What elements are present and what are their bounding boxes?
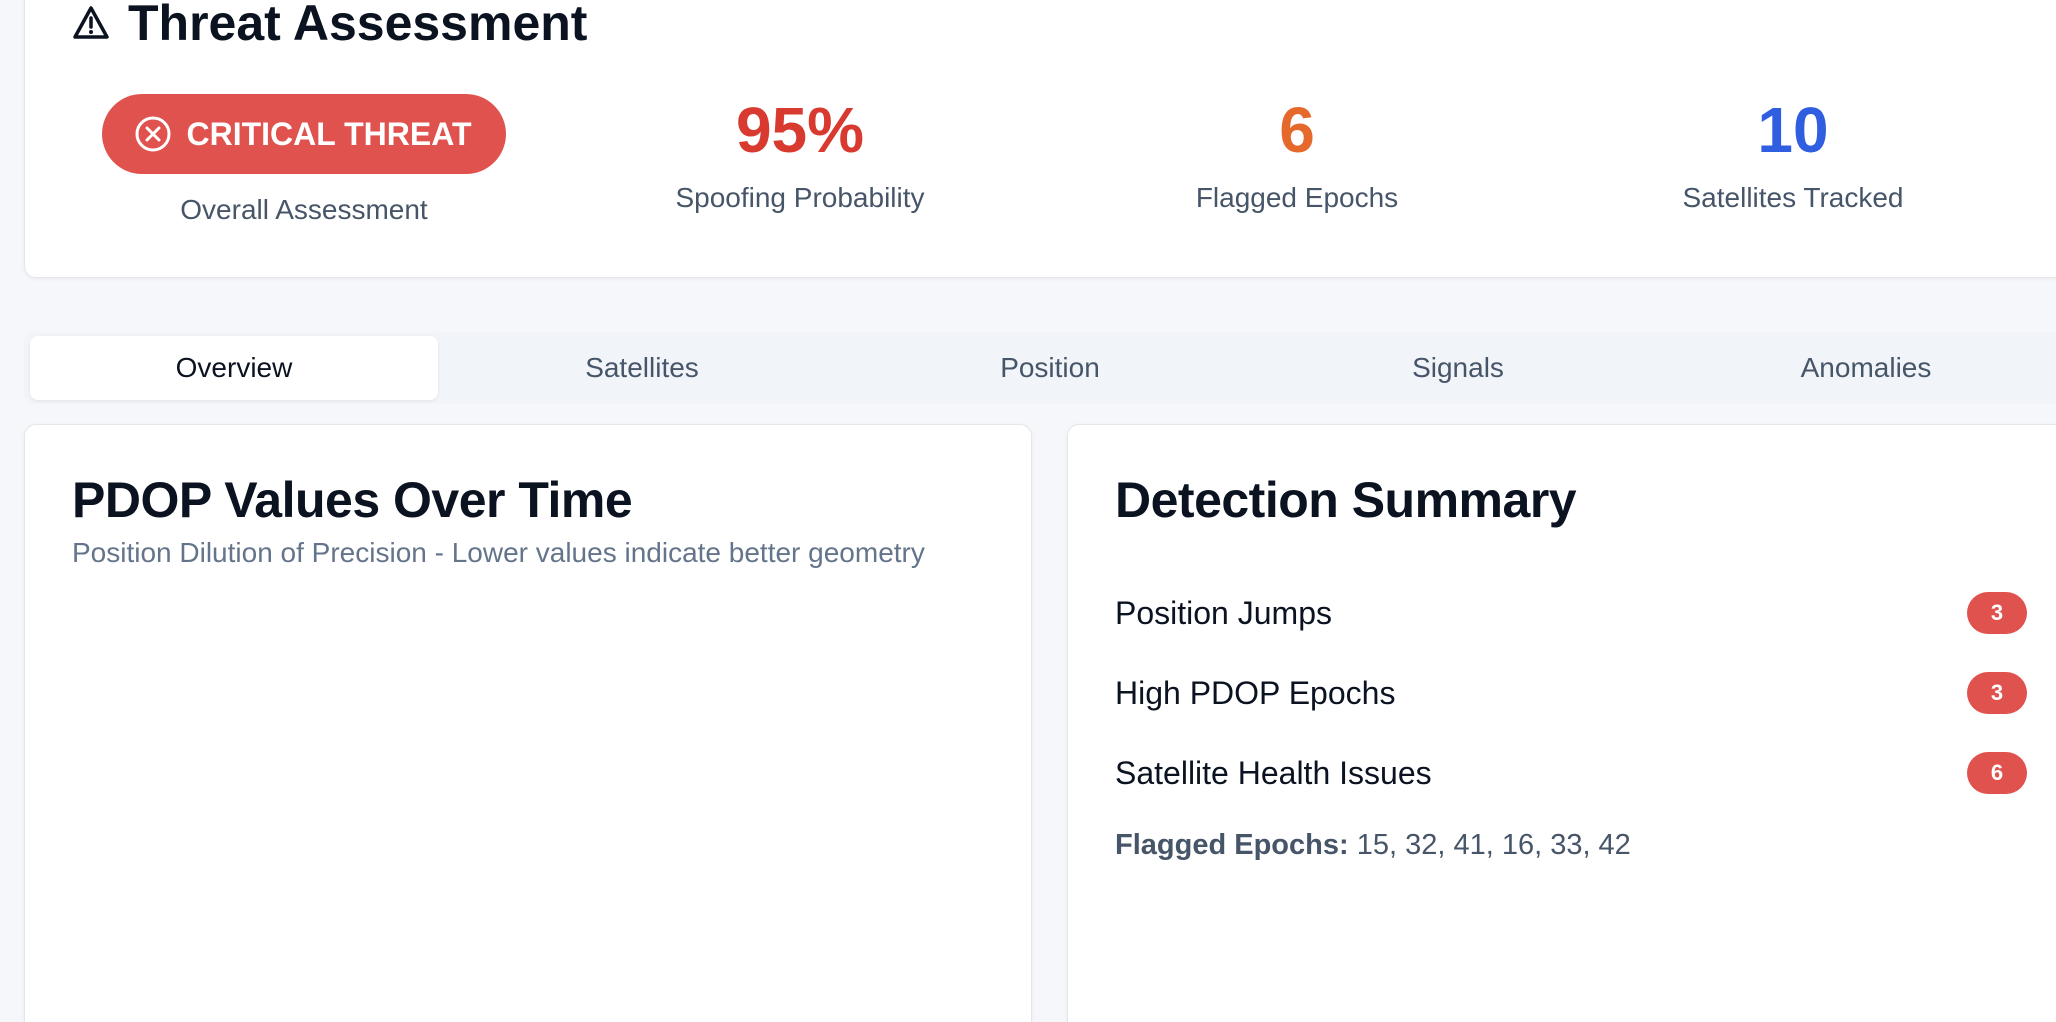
tab-position[interactable]: Position	[846, 336, 1254, 400]
summary-row-position-jumps: Position Jumps 3	[1115, 573, 2027, 653]
pdop-panel: PDOP Values Over Time Position Dilution …	[24, 424, 1032, 1022]
tab-bar: Overview Satellites Position Signals Ano…	[24, 332, 2056, 404]
tab-overview[interactable]: Overview	[30, 336, 438, 400]
critical-threat-label: CRITICAL THREAT	[186, 115, 472, 152]
flagged-epochs-label: Flagged Epochs	[1195, 182, 1399, 213]
tab-satellites[interactable]: Satellites	[438, 336, 846, 400]
critical-threat-badge: CRITICAL THREAT	[102, 94, 506, 174]
summary-row-label: Satellite Health Issues	[1115, 754, 1432, 791]
count-badge: 3	[1967, 672, 2027, 714]
flagged-epochs-value: 6	[1279, 94, 1315, 166]
spoofing-probability-value: 95%	[735, 94, 865, 166]
satellites-tracked-stat: 10 Satellites Tracked	[1583, 90, 2003, 218]
threat-assessment-header: Threat Assessment	[72, 0, 587, 58]
summary-row-label: Position Jumps	[1115, 594, 1332, 631]
overall-assessment-label: Overall Assessment	[180, 194, 428, 225]
pdop-panel-subtitle: Position Dilution of Precision - Lower v…	[72, 537, 925, 568]
spoofing-probability-stat: 95% Spoofing Probability	[590, 90, 1010, 218]
pdop-panel-title: PDOP Values Over Time	[72, 472, 633, 528]
x-circle-icon	[134, 115, 172, 153]
summary-row-satellite-health: Satellite Health Issues 6	[1115, 733, 2027, 813]
flagged-epochs-list-values: 15, 32, 41, 16, 33, 42	[1356, 829, 1631, 861]
count-badge: 3	[1967, 592, 2027, 634]
count-badge: 6	[1967, 752, 2027, 794]
page-title: Threat Assessment	[128, 0, 588, 51]
flagged-epochs-stat: 6 Flagged Epochs	[1087, 90, 1507, 218]
spoofing-probability-label: Spoofing Probability	[675, 182, 925, 213]
satellites-tracked-label: Satellites Tracked	[1682, 182, 1904, 213]
detection-summary-panel: Detection Summary Position Jumps 3 High …	[1067, 424, 2056, 1022]
flagged-epochs-list: Flagged Epochs: 15, 32, 41, 16, 33, 42	[1115, 825, 1631, 865]
satellites-tracked-value: 10	[1757, 94, 1829, 166]
flagged-epochs-list-label: Flagged Epochs:	[1115, 829, 1349, 861]
summary-row-high-pdop: High PDOP Epochs 3	[1115, 653, 2027, 733]
summary-row-label: High PDOP Epochs	[1115, 674, 1396, 711]
alert-triangle-icon	[72, 5, 110, 41]
detection-summary-title: Detection Summary	[1115, 472, 1577, 528]
detection-summary-list: Position Jumps 3 High PDOP Epochs 3 Sate…	[1115, 573, 2027, 813]
page: Threat Assessment CRITICAL THREAT Overal…	[0, 0, 2056, 1022]
tab-signals[interactable]: Signals	[1254, 336, 1662, 400]
tab-anomalies[interactable]: Anomalies	[1662, 336, 2056, 400]
overall-assessment-stat: CRITICAL THREAT Overall Assessment	[94, 94, 514, 230]
